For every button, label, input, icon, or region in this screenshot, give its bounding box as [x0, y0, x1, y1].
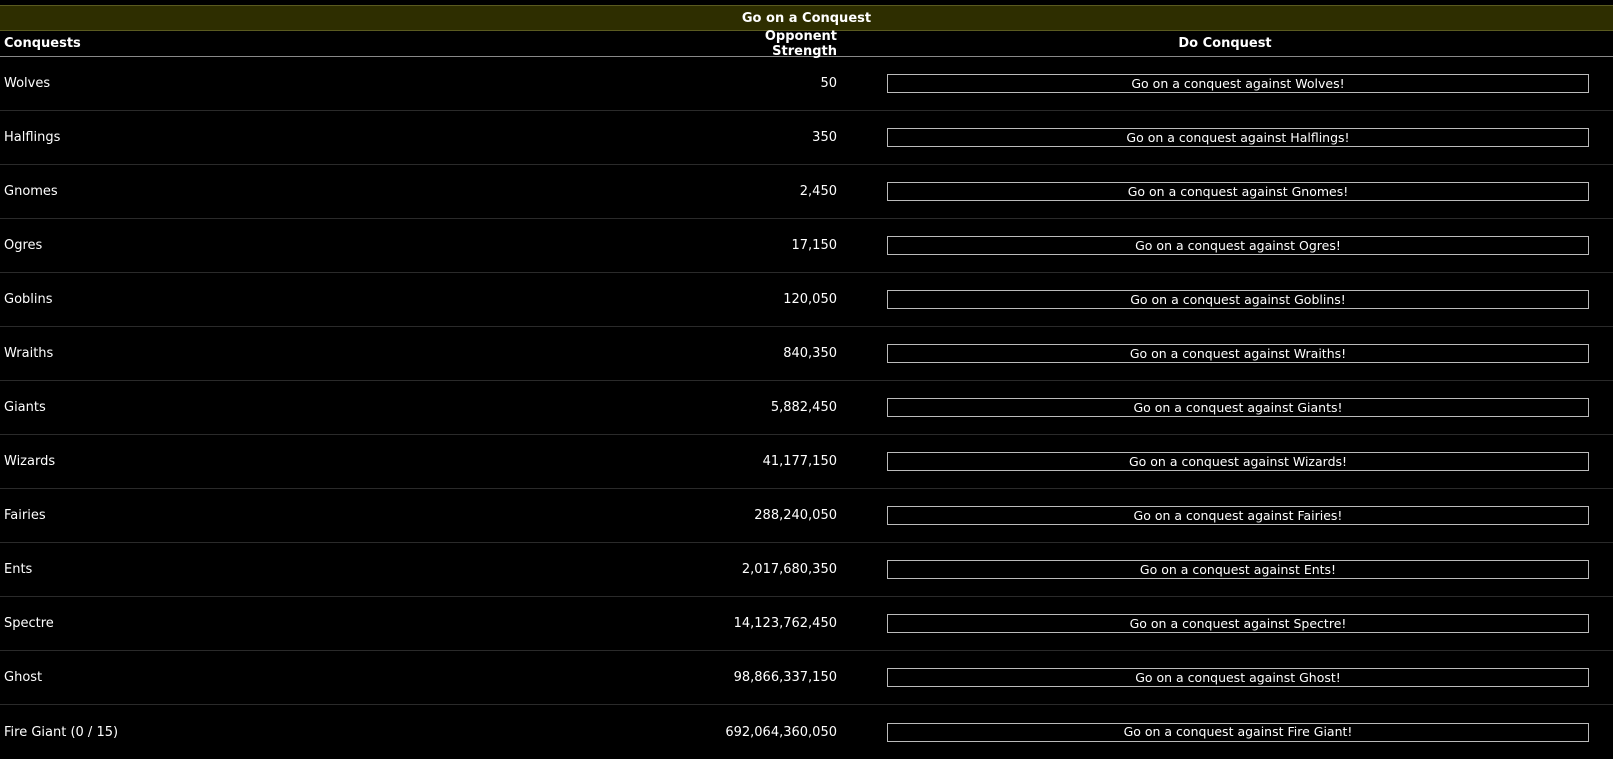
header-conquests: Conquests — [4, 36, 81, 51]
opponent-strength: 120,050 — [783, 292, 837, 307]
opponent-strength: 350 — [812, 130, 837, 145]
conquest-button[interactable]: Go on a conquest against Gnomes! — [887, 182, 1589, 201]
conquest-action-cell: Go on a conquest against Fairies! — [837, 506, 1613, 525]
conquest-name: Wraiths — [4, 346, 54, 361]
conquest-action-cell: Go on a conquest against Wraiths! — [837, 344, 1613, 363]
table-row: Gnomes 2,450 Go on a conquest against Gnom… — [0, 165, 1613, 219]
conquest-button[interactable]: Go on a conquest against Ogres! — [887, 236, 1589, 255]
conquest-button[interactable]: Go on a conquest against Giants! — [887, 398, 1589, 417]
opponent-strength: 50 — [820, 76, 837, 91]
conquest-button[interactable]: Go on a conquest against Wizards! — [887, 452, 1589, 471]
conquest-button[interactable]: Go on a conquest against Halflings! — [887, 128, 1589, 147]
table-row: Fairies 288,240,050 Go on a conquest again… — [0, 489, 1613, 543]
conquest-name: Fire Giant (0 / 15) — [4, 724, 119, 740]
opponent-strength: 2,017,680,350 — [741, 562, 837, 577]
conquest-action-cell: Go on a conquest against Goblins! — [837, 290, 1613, 309]
conquest-button[interactable]: Go on a conquest against Goblins! — [887, 290, 1589, 309]
conquest-button[interactable]: Go on a conquest against Fairies! — [887, 506, 1589, 525]
conquest-name: Goblins — [4, 292, 53, 307]
conquest-name: Spectre — [4, 616, 54, 631]
conquest-action-cell: Go on a conquest against Ogres! — [837, 236, 1613, 255]
conquest-button[interactable]: Go on a conquest against Wolves! — [887, 74, 1589, 93]
conquest-button[interactable]: Go on a conquest against Wraiths! — [887, 344, 1589, 363]
conquest-name: Ghost — [4, 670, 43, 685]
conquest-name: Giants — [4, 400, 46, 415]
opponent-strength: 840,350 — [783, 346, 837, 361]
conquest-button[interactable]: Go on a conquest against Ents! — [887, 560, 1589, 579]
conquest-action-cell: Go on a conquest against Ghost! — [837, 668, 1613, 687]
conquest-panel: Go on a Conquest Conquests Opponent Stre… — [0, 5, 1613, 759]
header-do-conquest: Do Conquest — [1178, 36, 1272, 51]
conquest-name: Ents — [4, 562, 33, 577]
conquest-button[interactable]: Go on a conquest against Spectre! — [887, 614, 1589, 633]
conquest-action-cell: Go on a conquest against Spectre! — [837, 614, 1613, 633]
table-row: Goblins 120,050 Go on a conquest against G… — [0, 273, 1613, 327]
conquest-action-cell: Go on a conquest against Wizards! — [837, 452, 1613, 471]
table-row: Ghost 98,866,337,150 Go on a conquest agai… — [0, 651, 1613, 705]
conquest-list: Wolves 50 Go on a conquest against Wolves!… — [0, 57, 1613, 759]
opponent-strength: 692,064,360,050 — [725, 724, 837, 740]
conquest-action-cell: Go on a conquest against Ents! — [837, 560, 1613, 579]
opponent-strength: 17,150 — [791, 238, 838, 253]
conquest-action-cell: Go on a conquest against Halflings! — [837, 128, 1613, 147]
table-header: Conquests Opponent Strength Do Conquest — [0, 28, 1613, 59]
table-row: Ents 2,017,680,350 Go on a conquest agains… — [0, 543, 1613, 597]
conquest-name: Gnomes — [4, 184, 58, 199]
opponent-strength: 5,882,450 — [770, 400, 837, 415]
conquest-action-cell: Go on a conquest against Fire Giant! — [837, 722, 1613, 742]
conquest-name: Fairies — [4, 508, 46, 523]
table-row: Wizards 41,177,150 Go on a conquest agains… — [0, 435, 1613, 489]
table-row: Ogres 17,150 Go on a conquest against Ogre… — [0, 219, 1613, 273]
table-row: Wolves 50 Go on a conquest against Wolves! — [0, 57, 1613, 111]
conquest-name: Wizards — [4, 454, 56, 469]
conquest-button[interactable]: Go on a conquest against Ghost! — [887, 668, 1589, 687]
table-row: Giants 5,882,450 Go on a conquest against … — [0, 381, 1613, 435]
opponent-strength: 2,450 — [799, 184, 837, 199]
conquest-action-cell: Go on a conquest against Giants! — [837, 398, 1613, 417]
table-row: Halflings 350 Go on a conquest against Hal… — [0, 111, 1613, 165]
conquest-action-cell: Go on a conquest against Wolves! — [837, 74, 1613, 93]
conquest-name: Ogres — [4, 238, 43, 253]
conquest-action-cell: Go on a conquest against Gnomes! — [837, 182, 1613, 201]
opponent-strength: 14,123,762,450 — [733, 616, 837, 631]
header-opponent-strength: Opponent Strength — [764, 28, 837, 59]
table-row: Wraiths 840,350 Go on a conquest against W… — [0, 327, 1613, 381]
opponent-strength: 288,240,050 — [754, 508, 837, 523]
conquest-name: Wolves — [4, 76, 51, 91]
panel-title: Go on a Conquest — [0, 5, 1613, 31]
conquest-name: Halflings — [4, 130, 61, 145]
table-row: Spectre 14,123,762,450 Go on a conquest ag… — [0, 597, 1613, 651]
opponent-strength: 41,177,150 — [762, 454, 837, 469]
conquest-button[interactable]: Go on a conquest against Fire Giant! — [887, 722, 1589, 742]
opponent-strength: 98,866,337,150 — [733, 670, 837, 685]
